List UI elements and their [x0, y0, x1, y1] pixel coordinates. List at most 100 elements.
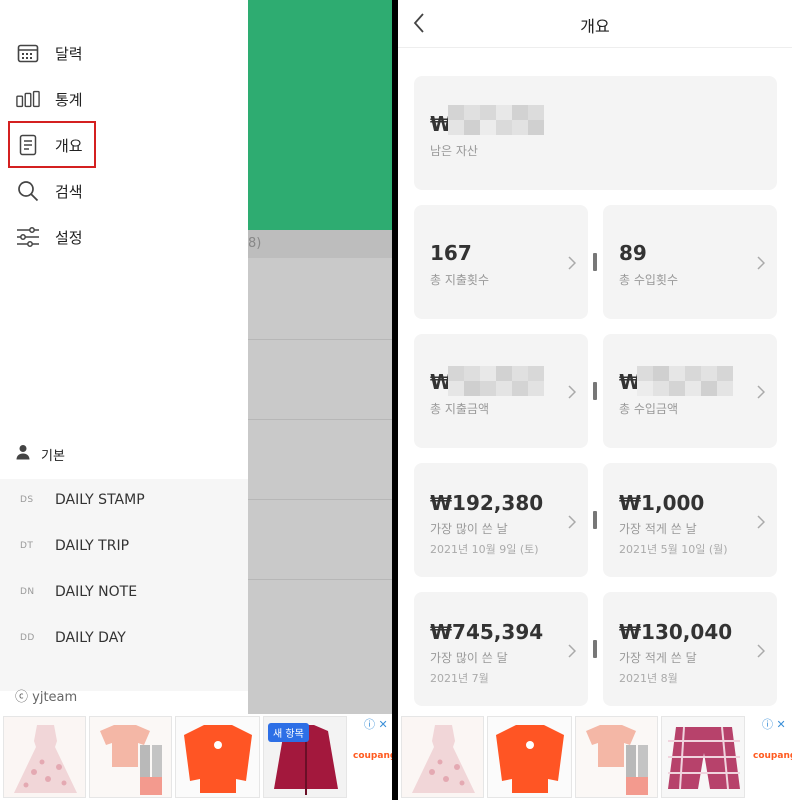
ad-close-icon[interactable]: ⓘ ✕: [364, 716, 388, 732]
app-abbr: DD: [20, 633, 35, 643]
card-value: ₩745,394: [430, 620, 544, 644]
card-least-spent-month[interactable]: ₩130,040 가장 적게 쓴 달 2021년 8월: [603, 592, 777, 706]
chevron-right-icon: [757, 384, 766, 403]
highlight-box: [8, 121, 96, 168]
card-value: ₩1,000: [619, 491, 705, 515]
app-item[interactable]: DS DAILY STAMP: [0, 481, 248, 521]
card-value: ₩192,380: [430, 491, 544, 515]
ad-product-jacket[interactable]: 새 항목: [263, 716, 347, 798]
nav-label: 달력: [55, 44, 83, 63]
card-label: 가장 적게 쓴 날: [619, 522, 697, 536]
ad-product-dress[interactable]: [401, 716, 484, 798]
header-green-area: [248, 0, 392, 230]
background-row-divider: [248, 579, 392, 580]
nav-item-search[interactable]: 검색: [0, 171, 248, 211]
ad-banner[interactable]: coupang ⓘ ✕: [398, 714, 792, 800]
ad-product-pink-set[interactable]: [575, 716, 658, 798]
calendar-icon: [16, 41, 40, 65]
chevron-right-icon: [568, 384, 577, 403]
card-value: ₩130,040: [619, 620, 733, 644]
nav-label: 설정: [55, 228, 83, 247]
chevron-right-icon: [568, 255, 577, 274]
card-label: 가장 많이 쓴 달: [430, 651, 508, 665]
screenshot-root: 8) 달력 통계 개요 검색 설정 기본 DS DAILY STAMP DT D…: [0, 0, 792, 800]
card-label: 가장 많이 쓴 날: [430, 522, 508, 536]
app-abbr: DS: [20, 495, 34, 505]
card-label: 총 지출횟수: [430, 273, 490, 287]
nav-item-settings[interactable]: 설정: [0, 217, 248, 257]
ad-product-orange-sweater[interactable]: [175, 716, 260, 798]
card-most-spent-day[interactable]: ₩192,380 가장 많이 쓴 날 2021년 10월 9일 (토): [414, 463, 588, 577]
app-item[interactable]: DD DAILY DAY: [0, 619, 248, 659]
card-remaining-assets[interactable]: ₩ 남은 자산: [414, 76, 777, 190]
background-row-divider: [248, 419, 392, 420]
hidden-value-mosaic: [637, 366, 733, 396]
ad-product-orange-sweater[interactable]: [487, 716, 572, 798]
hidden-value-mosaic: [448, 105, 544, 135]
profile-row[interactable]: 기본: [0, 438, 248, 468]
card-date: 2021년 10월 9일 (토): [430, 543, 539, 556]
chevron-right-icon: [757, 643, 766, 662]
card-label: 총 수입횟수: [619, 273, 679, 287]
chevron-right-icon: [757, 514, 766, 533]
coupang-logo: coupang: [753, 751, 792, 761]
background-row-divider: [248, 499, 392, 500]
column-divider: [593, 511, 597, 529]
background-partial-text: 8): [248, 236, 262, 251]
other-apps-list: DS DAILY STAMP DT DAILY TRIP DN DAILY NO…: [0, 479, 248, 691]
ad-close-icon[interactable]: ⓘ ✕: [762, 716, 786, 732]
coupang-logo: coupang: [353, 751, 392, 761]
card-least-spent-day[interactable]: ₩1,000 가장 적게 쓴 날 2021년 5월 10일 (월): [603, 463, 777, 577]
card-label: 총 수입금액: [619, 402, 679, 416]
card-total-expense-amount[interactable]: ₩ 총 지출금액: [414, 334, 588, 448]
app-name: DAILY TRIP: [55, 538, 130, 554]
app-item[interactable]: DN DAILY NOTE: [0, 573, 248, 613]
app-abbr: DN: [20, 587, 35, 597]
nav-label: 통계: [55, 90, 83, 109]
chevron-right-icon: [568, 514, 577, 533]
app-name: DAILY STAMP: [55, 492, 145, 508]
card-label: 총 지출금액: [430, 402, 490, 416]
card-date: 2021년 5월 10일 (월): [619, 543, 728, 556]
background-row-divider: [248, 339, 392, 340]
profile-name: 기본: [41, 449, 65, 464]
hidden-value-mosaic: [448, 366, 544, 396]
sliders-icon: [16, 225, 40, 249]
ad-banner[interactable]: 새 항목 coupang ⓘ ✕: [0, 714, 392, 800]
card-date: 2021년 8월: [619, 672, 678, 685]
top-app-bar: 개요: [398, 0, 792, 48]
chevron-right-icon: [757, 255, 766, 274]
column-divider: [593, 253, 597, 271]
column-divider: [593, 640, 597, 658]
card-most-spent-month[interactable]: ₩745,394 가장 많이 쓴 달 2021년 7월: [414, 592, 588, 706]
page-title: 개요: [580, 17, 610, 36]
credit-text: ⓒ yjteam: [15, 690, 78, 705]
card-label: 가장 적게 쓴 달: [619, 651, 697, 665]
nav-label: 검색: [55, 182, 83, 201]
app-abbr: DT: [20, 541, 34, 551]
overview-screen: 개요 ₩ 남은 자산 167 총 지출횟수 89 총 수입횟수 ₩ 총 지출금액…: [398, 0, 792, 800]
person-icon: [16, 444, 30, 464]
app-name: DAILY DAY: [55, 630, 126, 646]
nav-item-statistics[interactable]: 통계: [0, 79, 248, 119]
column-divider: [593, 382, 597, 400]
left-screen: 8) 달력 통계 개요 검색 설정 기본 DS DAILY STAMP DT D…: [0, 0, 392, 800]
card-total-income-count[interactable]: 89 총 수입횟수: [603, 205, 777, 319]
bar-chart-icon: [16, 87, 40, 111]
card-total-income-amount[interactable]: ₩ 총 수입금액: [603, 334, 777, 448]
search-icon: [16, 179, 40, 203]
card-value: 89: [619, 241, 647, 265]
card-total-expense-count[interactable]: 167 총 지출횟수: [414, 205, 588, 319]
navigation-drawer: 달력 통계 개요 검색 설정 기본 DS DAILY STAMP DT DAIL…: [0, 0, 248, 714]
app-name: DAILY NOTE: [55, 584, 138, 600]
app-item[interactable]: DT DAILY TRIP: [0, 527, 248, 567]
card-date: 2021년 7월: [430, 672, 489, 685]
chevron-right-icon: [568, 643, 577, 662]
ad-product-pink-set[interactable]: [89, 716, 172, 798]
ad-product-plaid-pants[interactable]: [661, 716, 745, 798]
ad-product-dress[interactable]: [3, 716, 86, 798]
nav-item-calendar[interactable]: 달력: [0, 33, 248, 73]
new-item-badge: 새 항목: [268, 723, 309, 742]
card-value: 167: [430, 241, 472, 265]
background-gray-band: 8): [248, 230, 392, 258]
